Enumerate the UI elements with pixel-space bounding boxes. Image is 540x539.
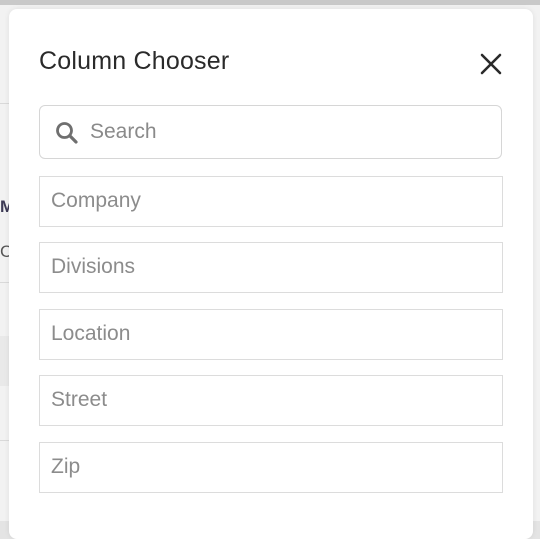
dialog-title: Column Chooser bbox=[39, 47, 230, 75]
search-icon bbox=[54, 120, 80, 146]
column-item-zip[interactable]: Zip bbox=[39, 442, 503, 493]
close-button[interactable] bbox=[478, 51, 504, 77]
column-item-divisions[interactable]: Divisions bbox=[39, 242, 503, 293]
column-item-company[interactable]: Company bbox=[39, 176, 503, 227]
column-chooser-dialog: Column Chooser Company Divisions Locatio… bbox=[9, 9, 533, 539]
column-item-label: Company bbox=[51, 189, 141, 212]
column-item-label: Zip bbox=[51, 455, 81, 478]
close-icon bbox=[478, 51, 504, 77]
column-item-location[interactable]: Location bbox=[39, 309, 503, 360]
background-partial-text: M bbox=[0, 197, 9, 216]
background-top-bar bbox=[0, 0, 540, 5]
column-item-label: Location bbox=[51, 322, 131, 345]
column-item-label: Divisions bbox=[51, 255, 136, 278]
background-partial-text: C bbox=[0, 242, 9, 261]
column-item-street[interactable]: Street bbox=[39, 375, 503, 426]
search-input[interactable] bbox=[90, 107, 490, 157]
column-item-label: Street bbox=[51, 388, 108, 411]
search-box[interactable] bbox=[39, 105, 502, 159]
